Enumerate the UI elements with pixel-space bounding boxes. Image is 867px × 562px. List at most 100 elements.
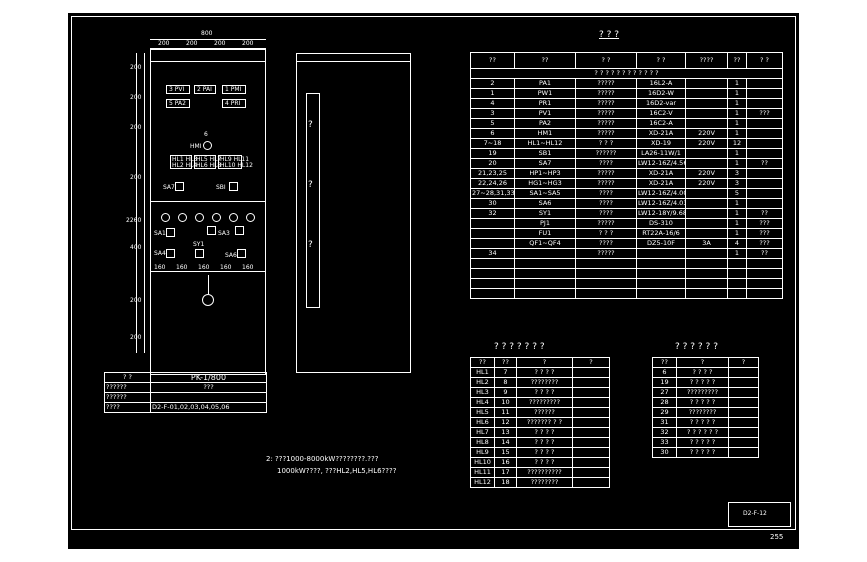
- bom-row-cell: [636, 258, 686, 269]
- switch-sa3-icon: [235, 226, 244, 235]
- bom-row-cell: [470, 238, 515, 249]
- bom-row-cell: XD-21A: [636, 168, 686, 179]
- bom-row-cell: HP1~HP3: [514, 168, 576, 179]
- label-sy1: SY1: [193, 241, 205, 248]
- lamp-row: HL1 7? ? ? ?: [470, 367, 610, 378]
- bom-title: ? ? ?: [599, 30, 620, 40]
- bom-row-cell: [746, 278, 783, 289]
- switch-row-cell: 19: [652, 377, 677, 388]
- label-sa3: SA3: [218, 230, 230, 237]
- bom-row-cell: 7~18: [470, 138, 515, 149]
- meter-pri: 4 PRI: [222, 99, 246, 108]
- bom-row-cell: [575, 278, 637, 289]
- bom-row-cell: 1: [727, 108, 747, 119]
- bom-header-3: ? ?: [575, 52, 637, 69]
- drawing-number: D2-F-01,02,03,04,05,06: [150, 402, 267, 413]
- bom-row-cell: [514, 268, 576, 279]
- bom-row-cell: 3: [470, 108, 515, 119]
- lamp-row-cell: ? ? ? ?: [516, 427, 573, 438]
- lamp-row-cell: HL9: [470, 447, 495, 458]
- bom-row-cell: QF1~QF4: [514, 238, 576, 249]
- lamp-row-cell: [572, 407, 610, 418]
- bom-row-cell: [727, 278, 747, 289]
- lamp-1-icon: [161, 213, 170, 222]
- switch-row-cell: ? ? ? ? ?: [676, 397, 729, 408]
- switch-row-cell: ? ? ? ? ?: [676, 447, 729, 458]
- bom-row-cell: [746, 78, 783, 89]
- dim-line-bottom: [150, 271, 266, 272]
- bom-row-cell: [685, 208, 728, 219]
- bom-row-cell: PJ1: [514, 218, 576, 229]
- switch-row-cell: 29: [652, 407, 677, 418]
- bom-row-cell: 4: [727, 238, 747, 249]
- bom-row: [470, 278, 783, 289]
- dim-left-6: 400: [130, 244, 142, 251]
- switch-row-cell: 27: [652, 387, 677, 398]
- switch-row-cell: ?????????: [676, 387, 729, 398]
- bom-row-cell: ????: [575, 198, 637, 209]
- bom-row-cell: ?????: [575, 178, 637, 189]
- lamp-row-cell: [572, 387, 610, 398]
- lamp-4-icon: [212, 213, 221, 222]
- dim-left-8: 200: [130, 334, 142, 341]
- lamp-row-cell: 14: [494, 437, 517, 448]
- bom-row-cell: XD-21A: [636, 178, 686, 189]
- bom-row-cell: ???: [746, 228, 783, 239]
- bom-row-cell: FU1: [514, 228, 576, 239]
- panel-divider: [150, 201, 266, 202]
- bom-row-cell: [685, 98, 728, 109]
- lamp-row-cell: HL1: [470, 367, 495, 378]
- bom-row-cell: 1: [727, 118, 747, 129]
- switch-row-cell: 30: [652, 447, 677, 458]
- lamp-row: HL2 8????????: [470, 377, 610, 388]
- switch-sa1-icon: [166, 228, 175, 237]
- switch-row-cell: [728, 447, 759, 458]
- bom-row-cell: [514, 248, 576, 259]
- bom-row: 19 SB1?????? LA26-11W/1 1: [470, 148, 783, 159]
- lamp-row-cell: 9: [494, 387, 517, 398]
- bom-row-cell: PW1: [514, 88, 576, 99]
- bom-row-cell: 1: [727, 218, 747, 229]
- switch-row-cell: 28: [652, 397, 677, 408]
- bom-row-cell: [685, 258, 728, 269]
- lamp-2-icon: [178, 213, 187, 222]
- bom-row-cell: 1: [727, 228, 747, 239]
- label-sa1: SA1: [154, 230, 166, 237]
- lamp-row-cell: HL3: [470, 387, 495, 398]
- bom-row-cell: DZ5-10F: [636, 238, 686, 249]
- bom-row-cell: 16C2-A: [636, 118, 686, 129]
- energy-meter-icon: [202, 294, 214, 306]
- lamp-6-icon: [246, 213, 255, 222]
- bom-row-cell: ?????: [575, 128, 637, 139]
- lamp-row-cell: 13: [494, 427, 517, 438]
- bom-row: 20SA7????LW12-16Z/4.5656.3 1??: [470, 158, 783, 169]
- bom-header-2: ??: [514, 52, 576, 69]
- lamp-row: HL7 13? ? ? ?: [470, 427, 610, 438]
- bom-row-cell: SB1: [514, 148, 576, 159]
- switch-row-cell: 33: [652, 437, 677, 448]
- bom-row-cell: 1: [727, 198, 747, 209]
- switch-sa2-icon: [207, 226, 216, 235]
- switch-row-cell: [728, 397, 759, 408]
- lamp-row-cell: 16: [494, 457, 517, 468]
- lamp-row-cell: [572, 367, 610, 378]
- dim-bottom-1: 160: [154, 264, 166, 271]
- bom-row-cell: 21,23,25: [470, 168, 515, 179]
- switch-table-title: ? ? ? ? ? ?: [675, 342, 718, 352]
- bom-row-cell: [470, 228, 515, 239]
- bom-row-cell: HG1~HG3: [514, 178, 576, 189]
- lamp-row-cell: 8: [494, 377, 517, 388]
- lamp-block-1: HL1 HL3 HL2 HL4: [170, 155, 198, 169]
- note-line-2: 1000kW????, ???HL2,HL5,HL6????: [277, 467, 397, 475]
- bom-row: [470, 268, 783, 279]
- bom-row-cell: SY1: [514, 208, 576, 219]
- bom-row-cell: 16L2-A: [636, 78, 686, 89]
- lamp-row-cell: [572, 467, 610, 478]
- bom-row-cell: 5: [470, 118, 515, 129]
- label-sa6: SA6: [225, 252, 237, 259]
- switch-row-cell: ????????: [676, 407, 729, 418]
- bom-row: QF1~QF4???? DZ5-10F 3A 4???: [470, 238, 783, 249]
- meter-pmi: 1 PMI: [222, 85, 246, 94]
- switch-row-cell: [728, 387, 759, 398]
- dim-left-3: 200: [130, 124, 142, 131]
